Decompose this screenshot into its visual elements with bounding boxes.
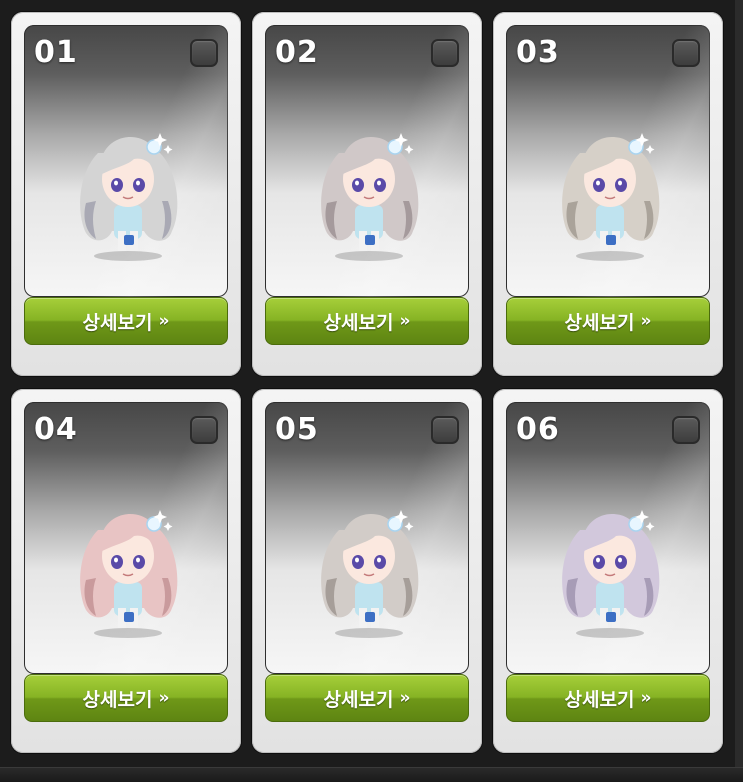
item-card-02: 02 상세보기 » (252, 12, 482, 376)
view-details-label: 상세보기 (82, 311, 153, 334)
double-chevron-right-icon: » (158, 688, 170, 708)
scrollbar-track[interactable] (735, 0, 743, 768)
preview-panel: 04 (24, 402, 228, 674)
card-number: 05 (275, 412, 319, 447)
preview-panel: 02 (265, 25, 469, 297)
double-chevron-right-icon: » (640, 688, 652, 708)
view-details-label: 상세보기 (82, 688, 153, 711)
preview-panel: 01 (24, 25, 228, 297)
preview-panel: 03 (506, 25, 710, 297)
card-grid: 01 상세보기 » 02 상세보기 » 03 상세보기 » 04 상세보기 » … (0, 0, 743, 782)
character-avatar-image (80, 510, 178, 638)
card-number: 06 (516, 412, 560, 447)
view-details-button[interactable]: 상세보기 » (265, 674, 469, 722)
bottom-divider (0, 767, 743, 782)
double-chevron-right-icon: » (158, 311, 170, 331)
item-card-03: 03 상세보기 » (493, 12, 723, 376)
view-details-label: 상세보기 (564, 688, 635, 711)
view-details-button[interactable]: 상세보기 » (506, 297, 710, 345)
character-avatar-image (562, 133, 660, 261)
view-details-label: 상세보기 (323, 688, 394, 711)
preview-panel: 06 (506, 402, 710, 674)
view-details-button[interactable]: 상세보기 » (24, 674, 228, 722)
view-details-button[interactable]: 상세보기 » (506, 674, 710, 722)
character-avatar-image (321, 133, 419, 261)
character-avatar-image (562, 510, 660, 638)
character-avatar-image (80, 133, 178, 261)
double-chevron-right-icon: » (399, 311, 411, 331)
item-card-01: 01 상세보기 » (11, 12, 241, 376)
view-details-label: 상세보기 (564, 311, 635, 334)
character-avatar-image (321, 510, 419, 638)
card-number: 01 (34, 35, 78, 70)
select-checkbox[interactable] (672, 39, 700, 67)
item-card-05: 05 상세보기 » (252, 389, 482, 753)
view-details-button[interactable]: 상세보기 » (265, 297, 469, 345)
select-checkbox[interactable] (431, 39, 459, 67)
view-details-label: 상세보기 (323, 311, 394, 334)
view-details-button[interactable]: 상세보기 » (24, 297, 228, 345)
double-chevron-right-icon: » (399, 688, 411, 708)
preview-panel: 05 (265, 402, 469, 674)
card-number: 04 (34, 412, 78, 447)
item-card-06: 06 상세보기 » (493, 389, 723, 753)
card-number: 02 (275, 35, 319, 70)
select-checkbox[interactable] (190, 39, 218, 67)
item-card-04: 04 상세보기 » (11, 389, 241, 753)
select-checkbox[interactable] (190, 416, 218, 444)
card-number: 03 (516, 35, 560, 70)
select-checkbox[interactable] (672, 416, 700, 444)
double-chevron-right-icon: » (640, 311, 652, 331)
select-checkbox[interactable] (431, 416, 459, 444)
